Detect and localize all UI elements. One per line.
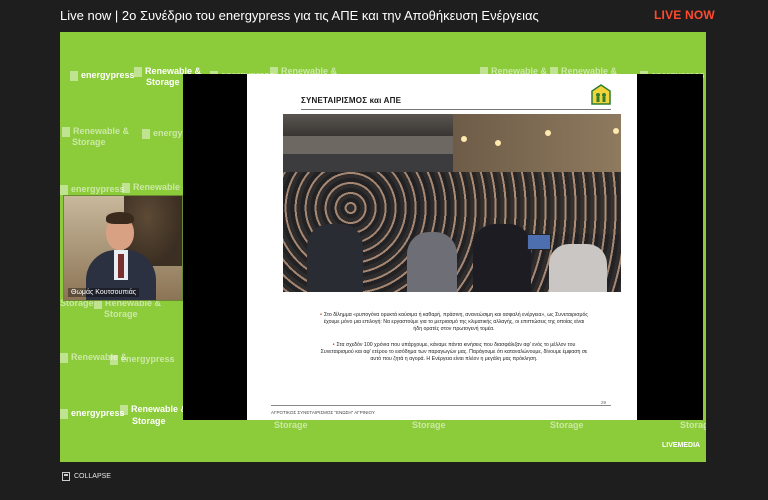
- energypress-logo: energypress: [60, 184, 125, 195]
- slide-title-divider: [301, 109, 611, 110]
- slide-footer-text: ΑΓΡΟΤΙΚΟΣ ΣΥΝΕΤΑΙΡΙΣΜΟΣ "ΕΝΩΣΗ" ΑΓΡΙΝΙΟΥ: [271, 410, 375, 415]
- collapse-icon: [62, 472, 70, 481]
- energypress-logo: energypress: [60, 408, 125, 419]
- energypress-logo: energypress: [110, 354, 175, 365]
- presentation-slide: ΣΥΝΕΤΑΙΡΙΣΜΟΣ και ΑΠΕ • Στο δίλημμα «ρυπο…: [247, 74, 637, 420]
- renewable-storage-logo: Renewable &: [122, 182, 189, 193]
- storage-logo-text: Storage: [680, 420, 706, 430]
- slide-bullet-1: • Στο δίλημμα «ρυπογόνα ορυκτά καύσιμα ή …: [320, 312, 588, 332]
- storage-logo-text: Storage: [104, 309, 138, 319]
- storage-logo-text: Storage: [132, 416, 166, 426]
- live-now-badge: LIVE NOW: [654, 8, 715, 22]
- stream-title: Live now | 2ο Συνέδριο του energypress γ…: [60, 8, 539, 23]
- top-bar: Live now | 2ο Συνέδριο του energypress γ…: [0, 0, 768, 32]
- slide-footer-divider: [271, 405, 611, 406]
- renewable-storage-logo: Renewable &: [120, 404, 187, 415]
- bullet-marker-icon: •: [332, 342, 335, 348]
- speaker-video: Θωμάς Κουτσουπιάς: [63, 195, 183, 301]
- storage-logo-text: Storage: [412, 420, 446, 430]
- slide-title: ΣΥΝΕΤΑΙΡΙΣΜΟΣ και ΑΠΕ: [301, 96, 402, 105]
- collapse-button[interactable]: COLLAPSE: [62, 472, 111, 481]
- livemedia-watermark: LIVEMEDIA: [662, 442, 701, 449]
- speaker-hair: [106, 212, 134, 224]
- storage-logo-text: Storage: [550, 420, 584, 430]
- cooperative-logo-icon: [591, 84, 611, 105]
- bullet-marker-icon: •: [320, 312, 322, 318]
- storage-logo-text: Storage: [274, 420, 308, 430]
- speaker-name-label: Θωμάς Κουτσουπιάς: [68, 288, 140, 297]
- video-player[interactable]: energypress Renewable & Storage energypr…: [60, 32, 706, 462]
- conference-audience-photo: [283, 114, 621, 292]
- renewable-storage-logo: Renewable &: [62, 126, 129, 137]
- speaker-tie: [118, 254, 124, 278]
- storage-logo-text: Storage: [72, 137, 106, 147]
- storage-logo-text: Storage: [146, 77, 180, 87]
- energypress-logo: energypress: [70, 70, 135, 81]
- slide-bullet-2: • Στα σχεδόν 100 χρόνια που υπάρχουμε, κά…: [320, 342, 588, 362]
- slide-page-number: 29: [601, 400, 607, 405]
- collapse-label: COLLAPSE: [74, 473, 111, 480]
